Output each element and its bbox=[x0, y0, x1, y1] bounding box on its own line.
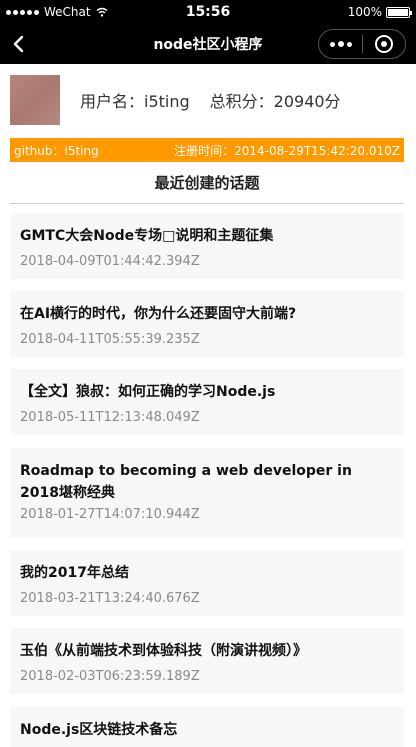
topic-date: 2018-01-27T14:07:10.944Z bbox=[20, 507, 200, 522]
status-bar: WeChat 15:56 100% bbox=[0, 0, 416, 24]
more-dots-icon[interactable] bbox=[329, 41, 335, 47]
github-label: github：i5ting bbox=[14, 143, 99, 158]
close-circle-icon[interactable] bbox=[374, 35, 393, 53]
navigation-bar: node社区小程序 bbox=[0, 24, 416, 64]
battery-icon bbox=[386, 6, 412, 18]
score-label: 总积分：20940分 bbox=[209, 92, 341, 111]
topic-date: 2018-03-21T13:24:40.676Z bbox=[20, 591, 200, 606]
username-label: 用户名：i5ting bbox=[80, 92, 190, 111]
carrier-label: WeChat bbox=[44, 5, 91, 19]
topic-title: 在AI横行的时代，你为什么还要固守大前端? bbox=[20, 306, 297, 322]
info-bar: github：i5ting 注册时间：2014-08-29T15:42:20.0… bbox=[10, 138, 404, 162]
topic-title: Node.js区块链技术备忘 bbox=[20, 722, 178, 738]
section-title: 最近创建的话题 bbox=[10, 172, 404, 204]
close-button[interactable] bbox=[363, 30, 405, 58]
topic-card[interactable]: Node.js区块链技术备忘 bbox=[10, 707, 404, 747]
topic-title: Roadmap to becoming a web developer in 2… bbox=[20, 463, 352, 501]
topic-date: 2018-04-11T05:55:39.235Z bbox=[20, 332, 200, 347]
avatar bbox=[10, 75, 60, 125]
topic-title: 我的2017年总结 bbox=[20, 565, 129, 581]
user-profile: 用户名：i5ting 总积分：20940分 bbox=[10, 75, 406, 125]
topic-card[interactable]: 【全文】狼叔：如何正确的学习Node.js 2018-05-11T12:13:4… bbox=[10, 369, 404, 435]
topic-date: 2018-04-09T01:44:42.394Z bbox=[20, 254, 200, 269]
miniprogram-capsule bbox=[318, 29, 406, 59]
status-right: 100% bbox=[314, 5, 412, 19]
topic-date: 2018-05-11T12:13:48.049Z bbox=[20, 410, 200, 425]
topic-title: 【全文】狼叔：如何正确的学习Node.js bbox=[20, 384, 276, 400]
topic-card[interactable]: Roadmap to becoming a web developer in 2… bbox=[10, 448, 404, 538]
topic-card[interactable]: 玉伯《从前端技术到体验科技（附演讲视频）》 2018-02-03T06:23:5… bbox=[10, 628, 404, 694]
profile-text: 用户名：i5ting 总积分：20940分 bbox=[80, 88, 341, 112]
topic-date: 2018-02-03T06:23:59.189Z bbox=[20, 669, 200, 684]
topic-title: GMTC大会Node专场□说明和主题征集 bbox=[20, 228, 274, 244]
topic-card[interactable]: GMTC大会Node专场□说明和主题征集 2018-04-09T01:44:42… bbox=[10, 213, 404, 279]
battery-percent: 100% bbox=[347, 5, 382, 19]
registered-label: 注册时间：2014-08-29T15:42:20.010Z bbox=[174, 143, 400, 158]
back-button[interactable] bbox=[2, 24, 36, 64]
topic-title: 玉伯《从前端技术到体验科技（附演讲视频）》 bbox=[20, 643, 307, 659]
signal-strength-icon bbox=[6, 9, 39, 15]
more-button[interactable] bbox=[319, 30, 362, 58]
topic-card[interactable]: 我的2017年总结 2018-03-21T13:24:40.676Z bbox=[10, 550, 404, 616]
topic-card[interactable]: 在AI横行的时代，你为什么还要固守大前端? 2018-04-11T05:55:3… bbox=[10, 291, 404, 357]
back-arrow-icon[interactable] bbox=[12, 35, 26, 53]
status-time: 15:56 bbox=[185, 4, 231, 20]
